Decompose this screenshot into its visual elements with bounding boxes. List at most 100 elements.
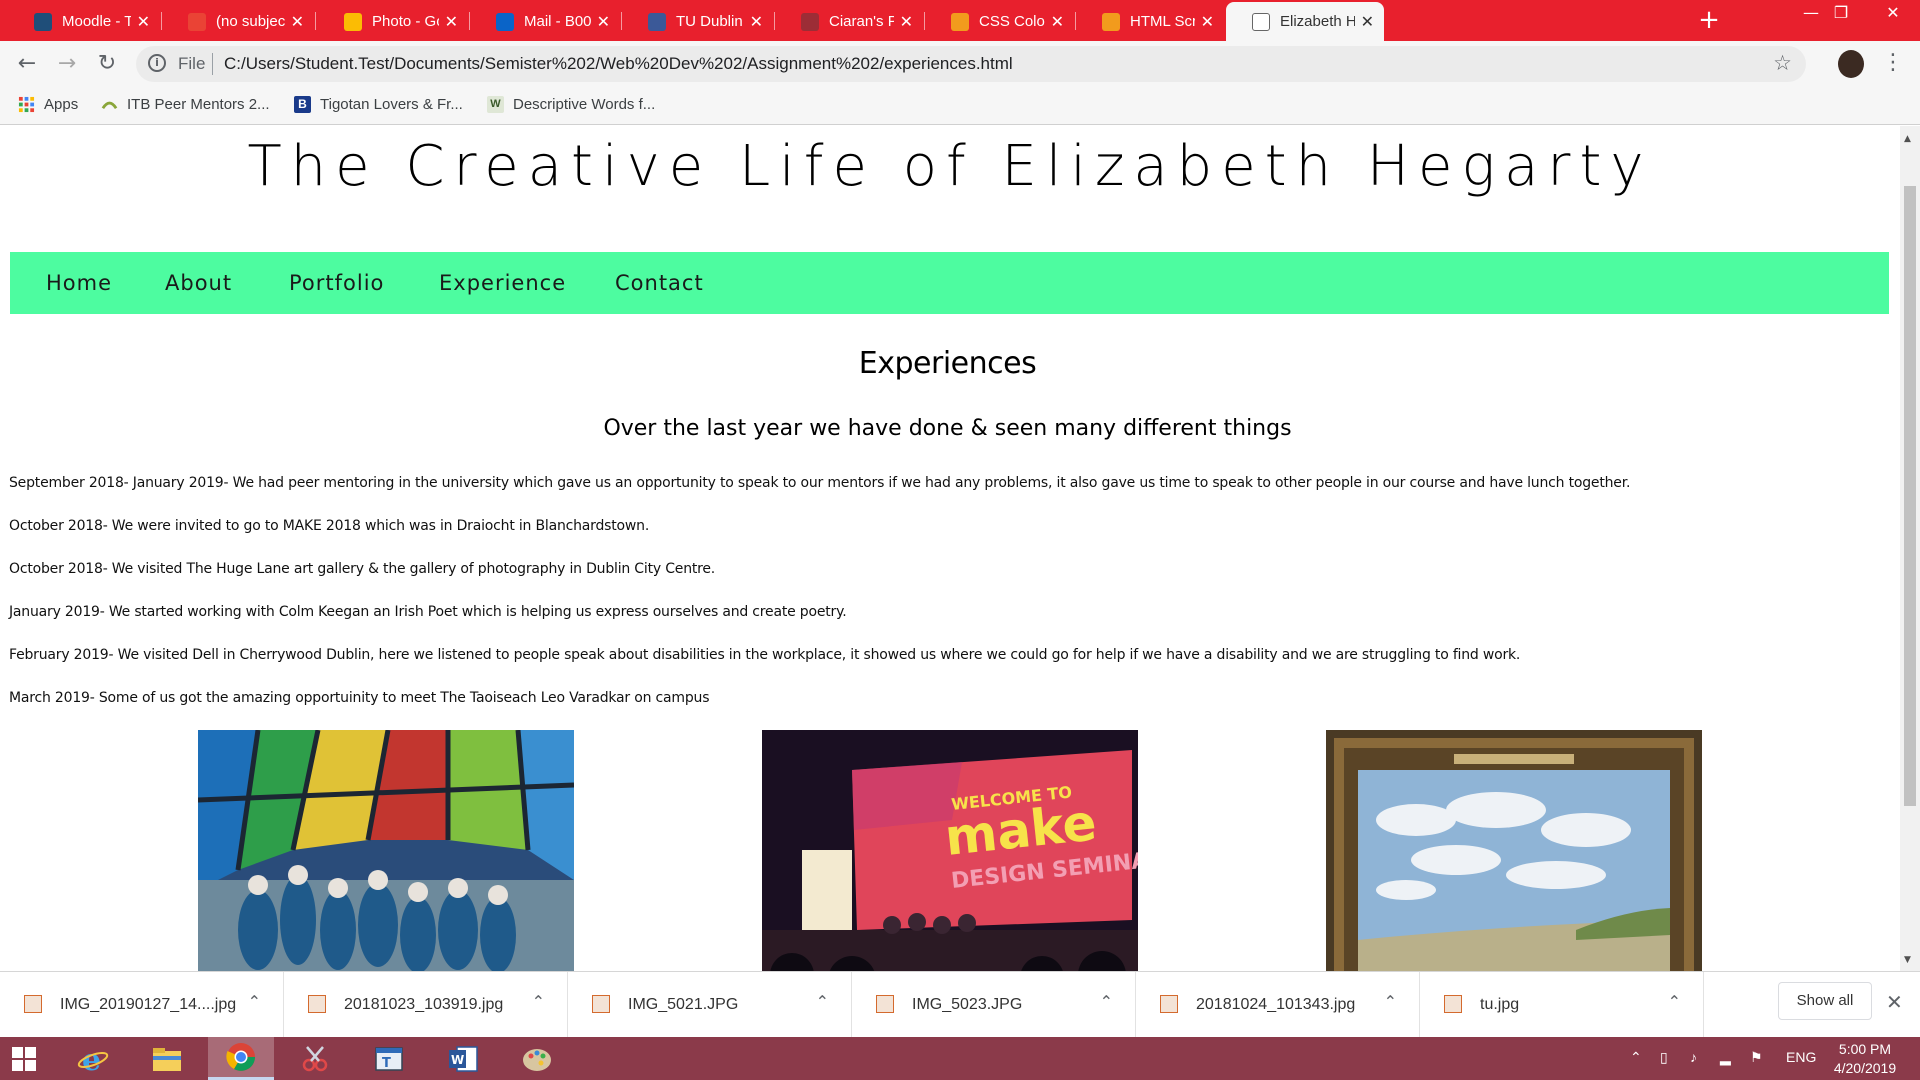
taskbar-app-icon[interactable]: T [356,1037,422,1080]
chrome-icon[interactable] [208,1037,274,1080]
nav-about[interactable]: About [165,271,232,295]
snipping-tool-icon[interactable] [282,1037,348,1080]
chevron-up-icon[interactable]: ⌃ [1384,992,1397,1011]
nav-home[interactable]: Home [46,271,112,295]
download-filename: IMG_5021.JPG [628,996,739,1013]
browser-tab[interactable]: Moodle - TU Du ✕ [8,2,160,41]
tab-close-icon[interactable]: ✕ [137,12,150,32]
image-file-icon [24,995,42,1013]
internet-explorer-glyph: e [77,1043,109,1075]
nav-portfolio[interactable]: Portfolio [289,271,384,295]
forward-arrow-icon[interactable]: → [53,50,81,78]
nav-experience[interactable]: Experience [439,271,566,295]
experience-paragraph: October 2018- We visited The Huge Lane a… [9,561,716,577]
browser-tab[interactable]: TU Dublin - Blar ✕ [622,2,773,41]
file-explorer-icon[interactable] [134,1037,200,1080]
download-item[interactable]: IMG_5021.JPG ⌃ [568,972,852,1038]
folder-glyph [153,1047,181,1071]
show-all-button[interactable]: Show all [1778,982,1872,1020]
site-navbar: Home About Portfolio Experience Contact [10,252,1889,314]
image-file-icon [308,995,326,1013]
page-heading: Experiences [858,346,1037,381]
battery-icon[interactable]: ▯ [1660,1049,1668,1066]
windows-start-icon[interactable] [12,1047,36,1071]
clock-date: 4/20/2019 [1833,1060,1897,1076]
address-bar[interactable]: i File C:/Users/Student.Test/Documents/S… [136,46,1806,82]
tab-close-icon[interactable]: ✕ [597,12,610,32]
bookmark-tigotan[interactable]: B Tigotan Lovers & Fr... [294,96,463,113]
browser-tab[interactable]: Mail - B001215 ✕ [470,2,620,41]
tab-title: CSS Color Code [979,13,1045,30]
page-scrollbar[interactable]: ▲ ▼ [1900,126,1920,971]
internet-explorer-icon[interactable]: e [60,1037,126,1080]
bookmark-descriptive-words[interactable]: W Descriptive Words f... [487,96,655,113]
bookmark-apps[interactable]: Apps [18,96,78,113]
apps-grid-icon [18,96,35,113]
download-item[interactable]: IMG_20190127_14....jpg ⌃ [0,972,284,1038]
reload-icon[interactable]: ↻ [93,50,121,78]
download-item[interactable]: 20181023_103919.jpg ⌃ [284,972,568,1038]
chevron-up-icon[interactable]: ⌃ [1100,992,1113,1011]
scissors-glyph [302,1045,328,1071]
browser-tab[interactable]: CSS Color Code ✕ [925,2,1074,41]
browser-tab[interactable]: (no subject) - el ✕ [162,2,314,41]
bookmark-label: ITB Peer Mentors 2... [127,96,270,113]
svg-text:T: T [382,1056,391,1071]
menu-dots-icon[interactable]: ⋮ [1882,50,1904,75]
show-hidden-icons-icon[interactable]: ⌃ [1630,1049,1642,1066]
scroll-thumb[interactable] [1904,186,1916,806]
download-shelf: IMG_20190127_14....jpg ⌃ 20181023_103919… [0,971,1920,1038]
download-item[interactable]: 20181024_101343.jpg ⌃ [1136,972,1420,1038]
volume-icon[interactable]: ♪ [1690,1049,1697,1065]
download-filename: 20181024_101343.jpg [1196,996,1356,1013]
word-icon[interactable]: W [430,1037,496,1080]
info-icon[interactable]: i [148,54,166,72]
new-tab-button[interactable]: + [1694,6,1724,36]
download-item[interactable]: tu.jpg ⌃ [1420,972,1704,1038]
scroll-up-arrow-icon[interactable]: ▲ [1904,134,1911,144]
tab-title: Moodle - TU Du [62,13,131,30]
browser-tab[interactable]: Elizabeth Hegar ✕ [1226,2,1384,41]
url-text[interactable]: C:/Users/Student.Test/Documents/Semister… [224,54,1013,74]
language-indicator[interactable]: ENG [1786,1049,1816,1065]
close-window-button[interactable]: ✕ [1866,0,1920,30]
b-icon: B [294,96,311,113]
tab-close-icon[interactable]: ✕ [750,12,763,32]
tab-favicon-icon [648,12,666,31]
browser-tab[interactable]: Ciaran's Portfoli ✕ [775,2,923,41]
action-center-icon[interactable]: ⚑ [1750,1049,1763,1066]
system-clock[interactable]: 5:00 PM 4/20/2019 [1824,1040,1906,1078]
scroll-down-arrow-icon[interactable]: ▼ [1904,955,1911,965]
w-icon: W [487,96,504,113]
bookmark-itb-peer-mentors[interactable]: ITB Peer Mentors 2... [101,96,270,113]
browser-tab[interactable]: Photo - Google ✕ [318,2,468,41]
chevron-up-icon[interactable]: ⌃ [248,992,261,1011]
paint-icon[interactable] [504,1037,570,1080]
tab-favicon-icon [1252,12,1270,31]
tab-close-icon[interactable]: ✕ [900,12,913,32]
tab-close-icon[interactable]: ✕ [1361,12,1374,32]
tab-close-icon[interactable]: ✕ [1201,12,1214,32]
profile-avatar[interactable] [1838,50,1864,78]
download-item[interactable]: IMG_5023.JPG ⌃ [852,972,1136,1038]
download-filename: IMG_5023.JPG [912,996,1023,1013]
site-title: The Creative Life of Elizabeth Hegarty [247,134,1653,199]
close-icon[interactable]: ✕ [1886,990,1903,1014]
nav-contact[interactable]: Contact [615,271,704,295]
back-arrow-icon[interactable]: ← [13,50,41,78]
image-file-icon [592,995,610,1013]
url-divider [212,53,213,75]
chevron-up-icon[interactable]: ⌃ [816,992,829,1011]
tab-favicon-icon [496,12,514,31]
bookmark-star-icon[interactable]: ☆ [1773,51,1792,75]
tab-close-icon[interactable]: ✕ [1051,12,1064,32]
wifi-icon[interactable]: ▂ [1720,1049,1731,1066]
restore-button[interactable]: ❐ [1814,0,1868,30]
browser-tab[interactable]: HTML Scratchpa ✕ [1076,2,1224,41]
chevron-up-icon[interactable]: ⌃ [1668,992,1681,1011]
chevron-up-icon[interactable]: ⌃ [532,992,545,1011]
tab-close-icon[interactable]: ✕ [445,12,458,32]
itb-icon [101,101,118,110]
palette-glyph [523,1048,551,1071]
tab-close-icon[interactable]: ✕ [291,12,304,32]
